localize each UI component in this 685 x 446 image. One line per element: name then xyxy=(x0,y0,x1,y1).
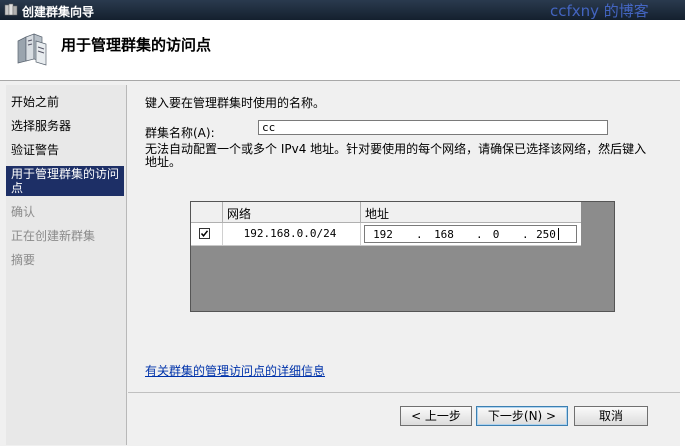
ip-dot-1: . xyxy=(416,228,423,241)
more-info-link[interactable]: 有关群集的管理访问点的详细信息 xyxy=(145,362,325,379)
instruction-text: 键入要在管理群集时使用的名称。 xyxy=(145,96,326,110)
step-navigation: 开始之前 选择服务器 验证警告 用于管理群集的访问 点 确认 正在创建新群集 摘… xyxy=(6,85,127,445)
cluster-wizard-icon xyxy=(4,3,18,17)
network-address-grid[interactable]: 网络 地址 192.168.0.0/24 192 . 168 . 0 . 250 xyxy=(190,201,615,312)
nav-item-validation-warning[interactable]: 验证警告 xyxy=(6,143,124,157)
notice-text-line1: 无法自动配置一个或多个 IPv4 地址。针对要使用的每个网络，请确保已选择该网络… xyxy=(145,142,647,156)
back-button[interactable]: < 上一步 xyxy=(400,406,472,426)
ip-octet-2[interactable]: 168 xyxy=(429,228,459,241)
nav-item-creating-cluster: 正在创建新群集 xyxy=(11,229,96,243)
watermark: ccfxny 的博客 xyxy=(550,2,649,20)
network-value: 192.168.0.0/24 xyxy=(243,227,337,240)
footer-divider xyxy=(128,392,685,393)
nav-item-before-you-begin[interactable]: 开始之前 xyxy=(6,95,124,109)
ip-dot-3: . xyxy=(522,228,529,241)
cancel-button[interactable]: 取消 xyxy=(574,406,648,426)
table-row[interactable]: 192.168.0.0/24 192 . 168 . 0 . 250 xyxy=(191,223,581,246)
ip-octet-3[interactable]: 0 xyxy=(481,228,511,241)
grid-header-network[interactable]: 网络 xyxy=(223,202,361,222)
wizard-header: 用于管理群集的访问点 xyxy=(0,20,685,81)
window-right-edge xyxy=(680,20,685,446)
nav-item-confirmation: 确认 xyxy=(11,205,36,219)
nav-item-access-point-line2: 点 xyxy=(11,181,24,195)
ip-address-input[interactable]: 192 . 168 . 0 . 250 xyxy=(364,225,577,243)
cluster-name-label: 群集名称(A): xyxy=(145,126,215,140)
row-network-cell: 192.168.0.0/24 xyxy=(223,223,361,245)
ip-octet-1[interactable]: 192 xyxy=(368,228,398,241)
cluster-servers-icon xyxy=(14,31,50,67)
checkmark-icon xyxy=(200,230,209,237)
nav-item-access-point-line1: 用于管理群集的访问 xyxy=(11,167,120,181)
row-select-cell xyxy=(191,223,223,245)
grid-header: 网络 地址 xyxy=(191,202,581,223)
next-button[interactable]: 下一步(N) > xyxy=(476,406,568,426)
notice-text-line2: 地址。 xyxy=(145,155,182,169)
wizard-window: 创建群集向导 ccfxny 的博客 用于管理群集的访问点 开始之前 选择服务器 … xyxy=(0,0,685,446)
network-checkbox[interactable] xyxy=(199,228,210,239)
grid-header-select xyxy=(191,202,223,222)
window-title: 创建群集向导 xyxy=(22,5,95,19)
title-bar[interactable]: 创建群集向导 ccfxny 的博客 xyxy=(0,0,685,20)
page-title: 用于管理群集的访问点 xyxy=(61,36,212,54)
ip-octet-4[interactable]: 250 xyxy=(531,228,561,241)
text-caret xyxy=(558,228,559,240)
nav-item-summary: 摘要 xyxy=(11,253,36,267)
nav-item-access-point[interactable]: 用于管理群集的访问 点 xyxy=(6,166,124,196)
nav-item-select-servers[interactable]: 选择服务器 xyxy=(6,119,124,133)
cluster-name-input[interactable] xyxy=(258,120,608,135)
grid-header-address[interactable]: 地址 xyxy=(361,202,581,222)
